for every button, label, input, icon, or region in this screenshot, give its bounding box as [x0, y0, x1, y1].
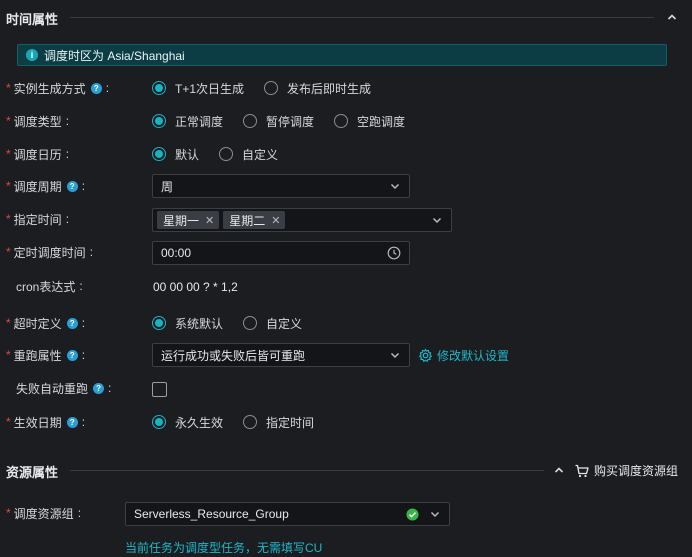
cycle-select[interactable]: 周	[152, 174, 410, 198]
tag-remove-icon[interactable]: ✕	[205, 214, 214, 227]
radio-calendar-custom[interactable]: 自定义	[219, 146, 278, 163]
gear-icon	[419, 348, 432, 362]
cron-expr-value: 00 00 00 ? * 1,2	[153, 280, 238, 294]
radio-calendar-default[interactable]: 默认	[152, 146, 199, 163]
cron-time-label: * 定时调度时间:	[6, 245, 94, 260]
buy-resource-group-button[interactable]: 购买调度资源组	[574, 462, 678, 479]
help-icon[interactable]: ?	[66, 180, 78, 192]
timezone-info-banner: i 调度时区为 Asia/Shanghai	[17, 44, 667, 66]
cron-expr-label: cron表达式:	[16, 279, 83, 294]
section-divider-resource	[70, 470, 544, 471]
schedule-type-label: * 调度类型:	[6, 114, 70, 129]
calendar-label: * 调度日历:	[6, 147, 70, 162]
radio-schedule-normal[interactable]: 正常调度	[152, 113, 223, 130]
clock-icon	[387, 246, 401, 260]
auto-rerun-checkbox[interactable]	[152, 382, 167, 397]
instance-gen-radio-group: T+1次日生成 发布后即时生成	[152, 78, 391, 98]
cron-time-picker[interactable]: 00:00	[152, 241, 410, 265]
instance-gen-label: * 实例生成方式 ?:	[6, 81, 110, 96]
help-icon[interactable]: ?	[93, 382, 105, 394]
auto-rerun-label: 失败自动重跑 ?:	[16, 381, 112, 396]
section-title-resource: 资源属性	[6, 465, 59, 480]
resource-group-select[interactable]: Serverless_Resource_Group	[125, 502, 450, 526]
resource-group-label: * 调度资源组:	[6, 506, 82, 521]
tag-weekday: 星期一 ✕	[157, 211, 220, 229]
timezone-info-text: 调度时区为 Asia/Shanghai	[44, 48, 185, 63]
radio-timeout-system-default[interactable]: 系统默认	[152, 315, 223, 332]
radio-timeout-custom[interactable]: 自定义	[243, 315, 302, 332]
radio-instance-gen-immediate[interactable]: 发布后即时生成	[264, 80, 371, 97]
radio-schedule-pause[interactable]: 暂停调度	[243, 113, 314, 130]
schedule-type-radio-group: 正常调度 暂停调度 空跑调度	[152, 111, 425, 131]
tag-weekday: 星期二 ✕	[223, 211, 286, 229]
chevron-down-icon	[432, 217, 442, 224]
radio-schedule-dry-run[interactable]: 空跑调度	[334, 113, 405, 130]
collapse-chevron-up-icon[interactable]	[553, 464, 565, 476]
tag-remove-icon[interactable]: ✕	[271, 214, 280, 227]
timeout-label: * 超时定义 ?:	[6, 316, 86, 331]
chevron-down-icon	[430, 511, 440, 518]
effective-date-label: * 生效日期 ?:	[6, 415, 86, 430]
shopping-cart-icon	[575, 464, 589, 477]
cycle-label: * 调度周期 ?:	[6, 179, 86, 194]
calendar-radio-group: 默认 自定义	[152, 144, 298, 164]
specified-time-label: * 指定时间:	[6, 212, 70, 227]
rerun-label: * 重跑属性 ?:	[6, 348, 86, 363]
check-circle-icon	[406, 507, 419, 521]
timeout-radio-group: 系统默认 自定义	[152, 313, 322, 333]
section-title-time: 时间属性	[6, 12, 59, 27]
radio-effective-specified[interactable]: 指定时间	[243, 414, 314, 431]
help-icon[interactable]: ?	[90, 82, 102, 94]
collapse-chevron-up-icon[interactable]	[666, 11, 678, 23]
specified-time-multiselect[interactable]: 星期一 ✕ 星期二 ✕	[152, 208, 452, 232]
radio-instance-gen-t1[interactable]: T+1次日生成	[152, 80, 244, 97]
help-icon[interactable]: ?	[66, 349, 78, 361]
help-icon[interactable]: ?	[66, 416, 78, 428]
info-icon: i	[26, 49, 38, 61]
chevron-down-icon	[390, 352, 400, 359]
section-divider-time	[70, 17, 654, 18]
radio-effective-permanent[interactable]: 永久生效	[152, 414, 223, 431]
chevron-down-icon	[390, 183, 400, 190]
resource-group-hint: 当前任务为调度型任务，无需填写CU	[125, 541, 323, 555]
effective-date-radio-group: 永久生效 指定时间	[152, 412, 334, 432]
modify-default-settings-link[interactable]: 修改默认设置	[418, 347, 509, 364]
rerun-select[interactable]: 运行成功或失败后皆可重跑	[152, 343, 410, 367]
help-icon[interactable]: ?	[66, 317, 78, 329]
